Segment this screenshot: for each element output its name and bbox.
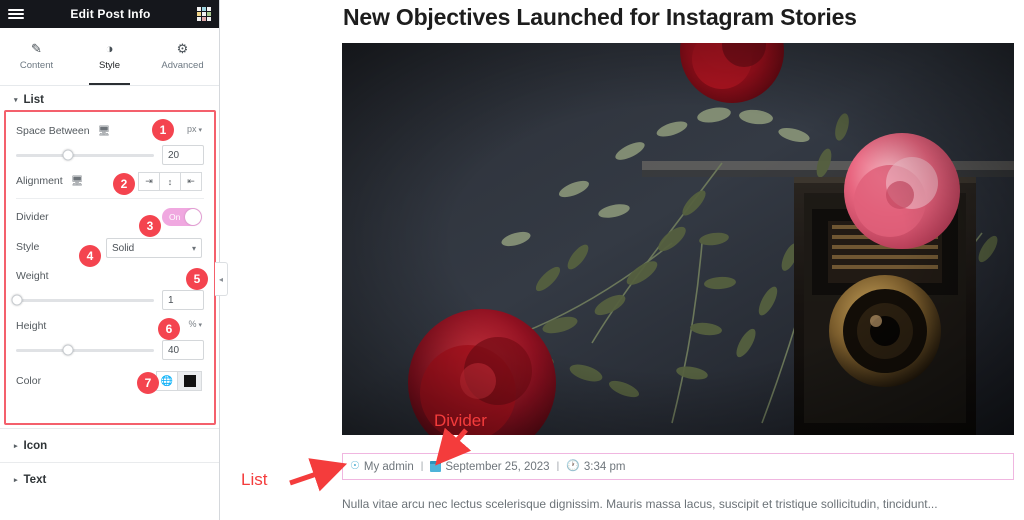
badge-4: 4 [79,245,101,267]
badge-5: 5 [186,268,208,290]
annotation-list-label: List [241,470,268,489]
badge-1: 1 [152,119,174,141]
badge-3: 3 [139,215,161,237]
annotation-arrows [289,427,472,492]
annotation-divider-label: Divider [434,411,487,430]
badge-2: 2 [113,173,135,195]
screenshot-root: Edit Post Info ✎ Content ◑ Style ⚙ Advan… [0,0,1024,520]
badge-7: 7 [137,372,159,394]
badge-6: 6 [158,318,180,340]
